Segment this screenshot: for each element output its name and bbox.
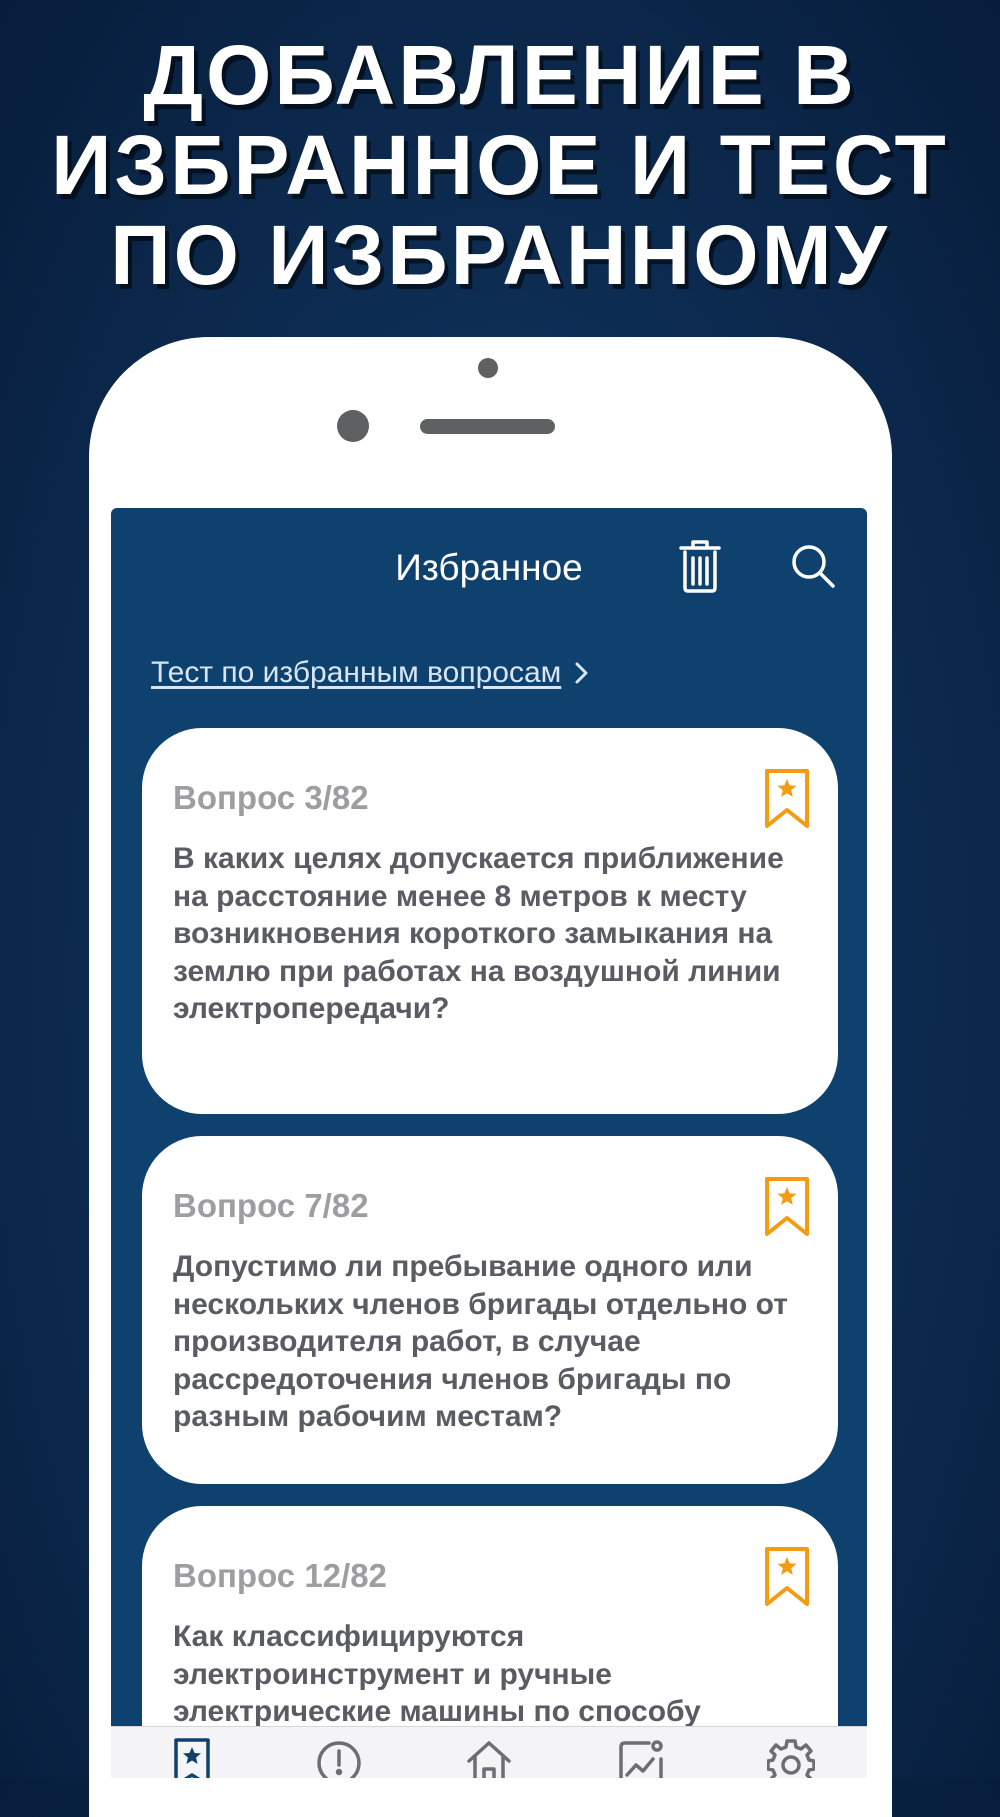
promo-headline-line-3: ПО ИЗБРАННОМУ [110,208,890,302]
search-icon[interactable] [789,542,837,590]
question-text: В каких целях допускается приближение на… [173,842,784,1025]
nav-settings[interactable] [767,1737,815,1778]
front-camera [478,358,498,378]
chevron-right-icon [575,662,588,684]
nav-mistakes[interactable] [315,1737,363,1778]
favorites-test-link-label: Тест по избранным вопросам [151,656,562,689]
bottom-navigation [111,1726,867,1778]
promo-headline-line-1: ДОБАВЛЕНИЕ В [143,28,857,122]
promo-headline-line-2: ИЗБРАННОЕ И ТЕСТ [51,118,949,212]
nav-statistics[interactable] [617,1737,665,1778]
proximity-sensor [337,410,369,442]
nav-home[interactable] [465,1737,513,1778]
trash-icon[interactable] [676,538,724,594]
question-number: Вопрос 12/82 [173,1557,387,1594]
question-text: Допустимо ли пребывание одного или неско… [173,1250,788,1433]
home-icon [467,1741,511,1778]
stats-icon [619,1740,663,1778]
promo-headline: ДОБАВЛЕНИЕ В ИЗБРАННОЕ И ТЕСТ ПО ИЗБРАНН… [0,30,1000,300]
bookmark-star-icon[interactable] [764,768,810,830]
bookmark-star-icon[interactable] [764,1176,810,1238]
page-title: Избранное [395,547,583,588]
question-text: Как классифицируются электроинструмент и… [173,1620,701,1728]
app-screen: Избранное Тест по избранным вопросам Воп… [111,508,867,1778]
gear-icon [767,1739,815,1778]
question-card[interactable]: Вопрос 7/82 Допустимо ли пребывание одно… [142,1136,838,1484]
question-number: Вопрос 7/82 [173,1187,369,1224]
nav-favorites[interactable] [168,1737,216,1778]
question-card[interactable]: Вопрос 3/82 В каких целях допускается пр… [142,728,838,1114]
favorites-icon [174,1738,210,1778]
exclamation-icon [317,1741,361,1778]
favorites-test-link[interactable]: Тест по избранным вопросам [151,648,591,698]
bookmark-star-icon[interactable] [764,1546,810,1608]
earpiece-speaker [420,419,555,434]
question-number: Вопрос 3/82 [173,779,369,816]
